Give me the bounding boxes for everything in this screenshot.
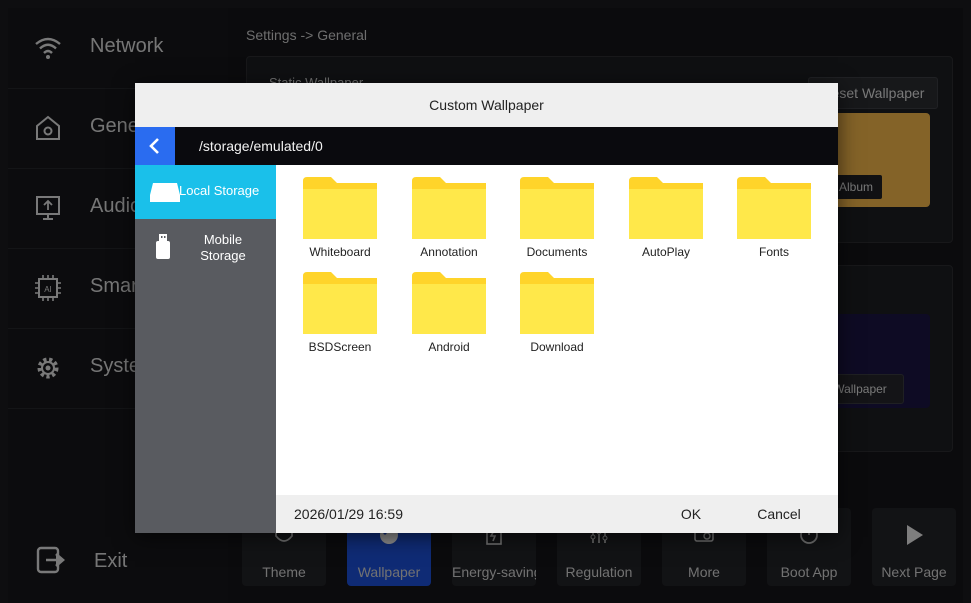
folder-item[interactable]: AutoPlay [616,169,716,263]
folder-name: Download [530,340,584,354]
folder-icon [303,272,377,334]
usb-drive-icon [156,234,170,259]
hard-drive-icon [150,183,180,202]
dialog-footer: 2026/01/29 16:59 OK Cancel [276,495,838,533]
storage-sidebar: Local Storage Mobile Storage [135,165,276,533]
screen: Network General Audio AI Smart System Ex… [8,8,963,603]
local-storage-label: Local Storage [179,183,260,198]
folder-icon [629,177,703,239]
folder-item[interactable]: Download [507,264,607,358]
cancel-button[interactable]: Cancel [744,504,814,524]
folder-item[interactable]: Whiteboard [290,169,390,263]
ok-button[interactable]: OK [662,504,720,524]
folder-item[interactable]: Android [399,264,499,358]
folder-name: BSDScreen [308,340,372,354]
back-button[interactable] [135,127,175,165]
folder-icon [412,272,486,334]
current-path: /storage/emulated/0 [199,138,323,154]
custom-wallpaper-dialog: Custom Wallpaper /storage/emulated/0 Loc… [135,83,838,533]
path-bar: /storage/emulated/0 [135,127,838,165]
chevron-left-icon [149,138,159,154]
dialog-title: Custom Wallpaper [135,83,838,127]
folder-name: Annotation [420,245,478,259]
folder-name: Fonts [758,245,789,259]
local-storage-item[interactable]: Local Storage [135,165,276,219]
mobile-storage-label: Mobile Storage [200,232,246,263]
folder-item[interactable]: Annotation [399,169,499,263]
folder-name: AutoPlay [641,245,691,259]
folder-name: Android [428,340,470,354]
folder-icon [520,177,594,239]
folder-name: Documents [526,245,588,259]
folder-item[interactable]: BSDScreen [290,264,390,358]
folder-icon [520,272,594,334]
folder-grid: Whiteboard Annotation Documents AutoPlay… [276,165,838,495]
folder-icon [737,177,811,239]
datetime-text: 2026/01/29 16:59 [294,506,403,522]
folder-item[interactable]: Fonts [724,169,824,263]
folder-item[interactable]: Documents [507,169,607,263]
folder-icon [412,177,486,239]
folder-icon [303,177,377,239]
mobile-storage-item[interactable]: Mobile Storage [135,227,276,277]
folder-name: Whiteboard [309,245,371,259]
